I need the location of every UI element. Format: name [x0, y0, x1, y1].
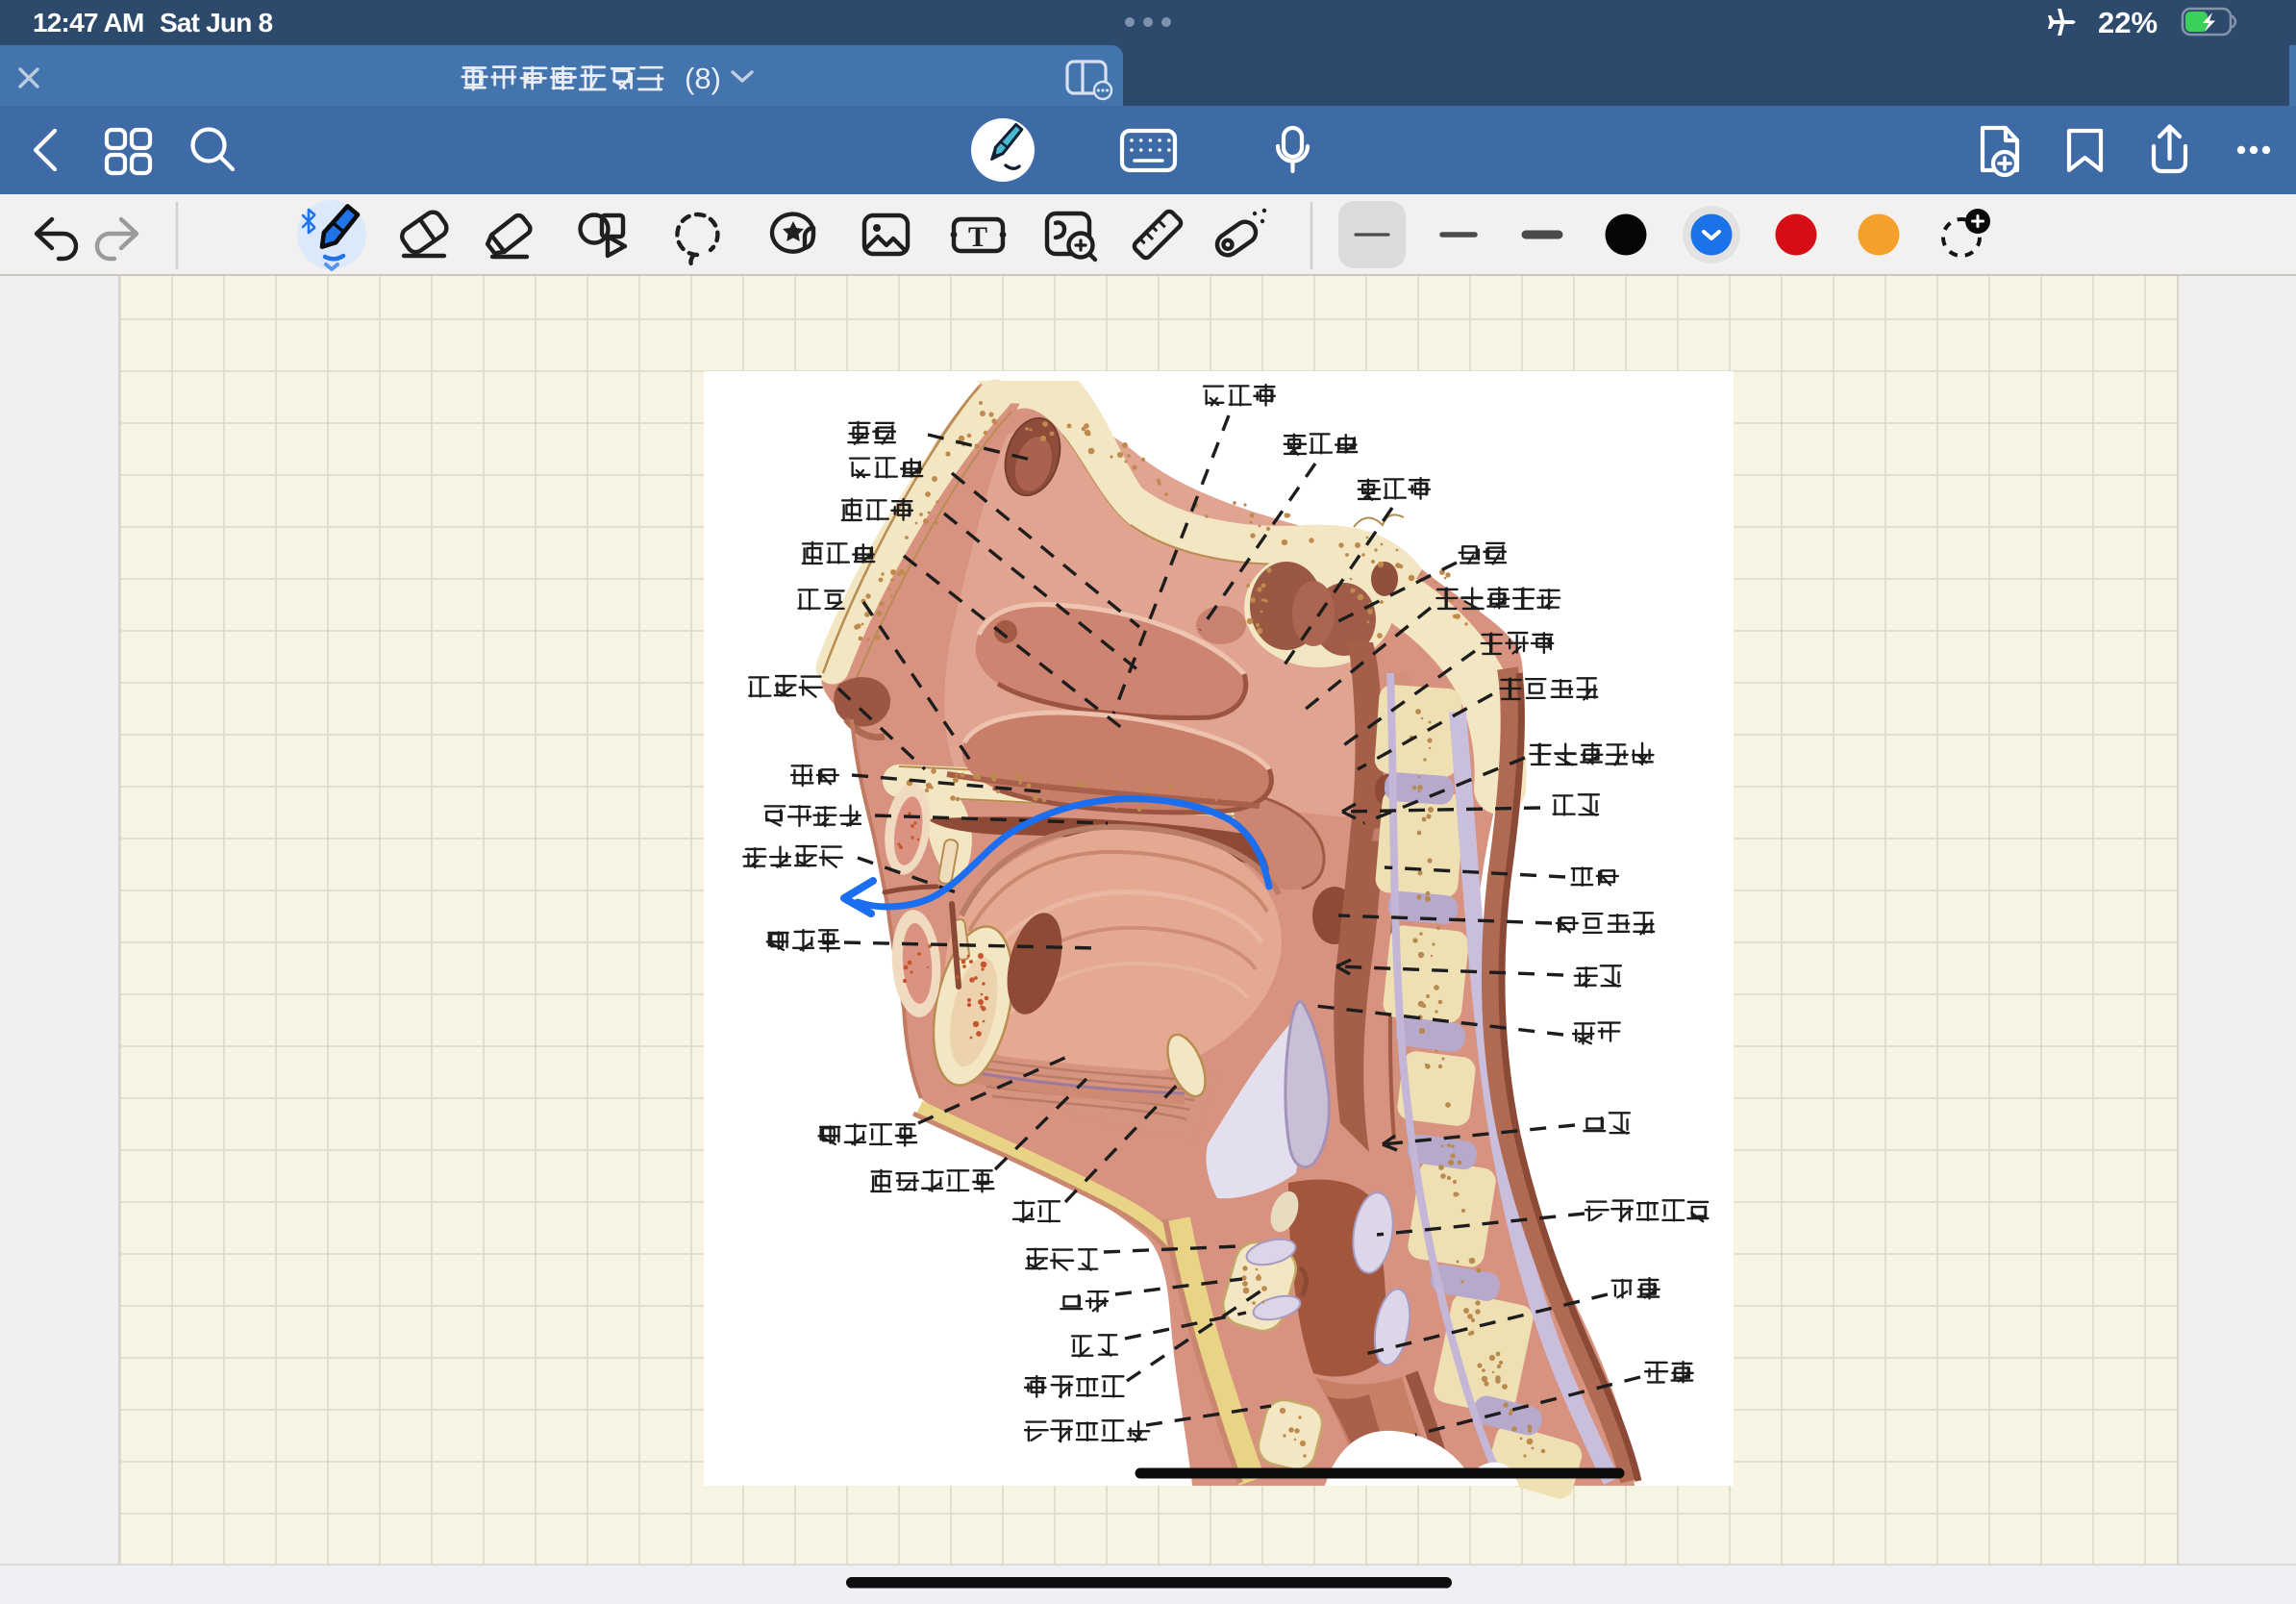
svg-text:Sat Jun 8: Sat Jun 8	[160, 8, 273, 38]
svg-text:12:47 AM: 12:47 AM	[33, 8, 144, 38]
svg-text:T: T	[968, 221, 987, 253]
svg-text:(8): (8)	[685, 62, 721, 95]
svg-text:22%: 22%	[2098, 6, 2158, 39]
